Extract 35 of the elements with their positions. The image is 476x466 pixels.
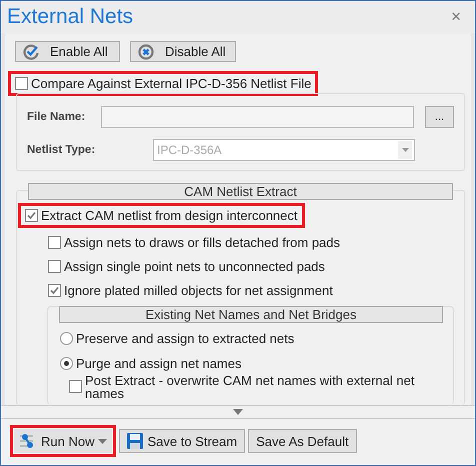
section-header: Existing Net Names and Net Bridges: [59, 306, 443, 323]
disable-all-button[interactable]: Disable All: [130, 41, 236, 62]
scroll-down-icon: [233, 409, 243, 415]
checkbox-label: Assign single point nets to unconnected pads: [64, 259, 325, 274]
scroll-bar[interactable]: [1, 405, 475, 419]
dropdown-caret-icon: [402, 148, 408, 152]
checkbox-label: Extract CAM netlist from design interconnect: [41, 208, 298, 223]
checkbox-label: Ignore plated milled objects for net assignment: [64, 283, 333, 298]
dropdown-caret-icon: [98, 438, 108, 444]
checkbox[interactable]: [48, 236, 61, 249]
checkbox[interactable]: [15, 77, 28, 90]
save-to-stream-button[interactable]: Save to Stream: [119, 429, 246, 453]
checkbox-label: Assign nets to draws or fills detached from pads: [64, 235, 340, 250]
browse-button[interactable]: ...: [425, 106, 454, 128]
window-title: External Nets: [7, 5, 134, 29]
checkbox[interactable]: [48, 284, 61, 297]
section-header: CAM Netlist Extract: [28, 183, 453, 200]
check-circle-icon: [23, 44, 39, 60]
file-name-field[interactable]: [101, 106, 414, 128]
save-as-default-button[interactable]: Save As Default: [248, 429, 357, 453]
close-button[interactable]: ×: [447, 7, 465, 27]
radio-label: Purge and assign net names: [76, 356, 242, 371]
cancel-circle-icon: [138, 44, 154, 60]
checkbox-label: Post Extract - overwrite CAM net names with external net names: [85, 374, 415, 400]
enable-all-button[interactable]: Enable All: [15, 41, 120, 62]
field-label: Netlist Type:: [27, 144, 96, 156]
checkbox[interactable]: [69, 380, 82, 393]
checkbox-label: Compare Against External IPC-D-356 Netlist File: [31, 76, 312, 91]
run-now-button[interactable]: Run Now: [14, 429, 112, 453]
radio-button[interactable]: [60, 332, 73, 345]
radio-label: Preserve and assign to extracted nets: [76, 331, 294, 346]
checkbox[interactable]: [48, 260, 61, 273]
radio-button[interactable]: [60, 357, 73, 370]
checkbox[interactable]: [25, 209, 38, 222]
field-label: File Name:: [27, 111, 86, 123]
